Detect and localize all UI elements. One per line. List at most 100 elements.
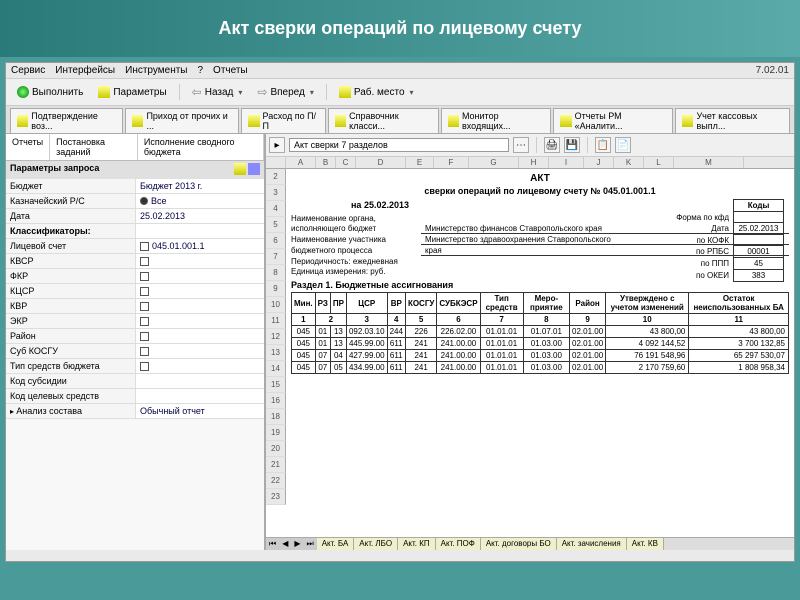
col-header[interactable]: A (286, 157, 316, 168)
checkbox-icon[interactable] (140, 317, 149, 326)
row-header[interactable]: 14 (266, 361, 286, 377)
col-header[interactable]: G (469, 157, 519, 168)
row-header[interactable]: 3 (266, 185, 286, 201)
param-value[interactable] (136, 224, 264, 238)
row-header[interactable]: 16 (266, 393, 286, 409)
print-icon[interactable]: 🖨 (544, 137, 560, 153)
row-header[interactable]: 9 (266, 281, 286, 297)
doc-tab-0[interactable]: Подтверждение воз... (10, 108, 123, 133)
row-header[interactable]: 18 (266, 409, 286, 425)
checkbox-icon[interactable] (140, 287, 149, 296)
doc-tab-2[interactable]: Расход по П/П (241, 108, 326, 133)
row-header[interactable]: 6 (266, 233, 286, 249)
sheet-tab[interactable]: Акт. договоры БО (481, 538, 557, 550)
params-button[interactable]: Параметры (92, 83, 172, 101)
row-header[interactable]: 10 (266, 297, 286, 313)
param-value[interactable]: Обычный отчет (136, 404, 264, 418)
param-value[interactable] (136, 329, 264, 343)
checkbox-icon[interactable] (140, 347, 149, 356)
export-icon[interactable]: 📄 (615, 137, 631, 153)
param-value[interactable]: 25.02.2013 (136, 209, 264, 223)
row-header[interactable]: 13 (266, 345, 286, 361)
sheet-nav-next[interactable]: ▶ (291, 538, 303, 550)
workplace-button[interactable]: Раб. место (333, 83, 420, 101)
row-header[interactable]: 5 (266, 217, 286, 233)
sheet-tab[interactable]: Акт. зачисления (557, 538, 627, 550)
sheet-nav-last[interactable]: ⏭ (304, 538, 317, 550)
checkbox-icon[interactable] (140, 272, 149, 281)
menu-tools[interactable]: Инструменты (125, 65, 187, 76)
col-header[interactable]: I (549, 157, 584, 168)
cube-icon[interactable] (248, 163, 260, 175)
sheet-tab[interactable]: Акт. ЛБО (354, 538, 398, 550)
sheet-nav-prev[interactable]: ◀ (279, 538, 291, 550)
col-header[interactable]: J (584, 157, 614, 168)
left-tab-tasks[interactable]: Постановка заданий (50, 134, 138, 160)
param-value[interactable] (136, 344, 264, 358)
param-value[interactable]: Все (136, 194, 264, 208)
row-header[interactable]: 21 (266, 457, 286, 473)
row-header[interactable]: 8 (266, 265, 286, 281)
menu-reports[interactable]: Отчеты (213, 65, 248, 76)
col-header[interactable]: E (406, 157, 434, 168)
doc-tab-1[interactable]: Приход от прочих и ... (125, 108, 239, 133)
checkbox-icon[interactable] (140, 242, 149, 251)
col-header[interactable]: H (519, 157, 549, 168)
menu-interfaces[interactable]: Интерфейсы (55, 65, 115, 76)
doc-tab-3[interactable]: Справочник класси... (328, 108, 439, 133)
row-header[interactable]: 15 (266, 377, 286, 393)
row-header[interactable]: 7 (266, 249, 286, 265)
more-icon[interactable]: ⋯ (513, 137, 529, 153)
menu-help[interactable]: ? (197, 65, 203, 76)
row-header[interactable]: 11 (266, 313, 286, 329)
col-header[interactable]: K (614, 157, 644, 168)
sheet-tab[interactable]: Акт. КВ (627, 538, 664, 550)
param-value[interactable] (136, 389, 264, 403)
checkbox-icon[interactable] (140, 362, 149, 371)
param-value[interactable]: 045.01.001.1 (136, 239, 264, 253)
col-header[interactable]: C (336, 157, 356, 168)
report-combo[interactable]: Акт сверки 7 разделов (289, 138, 509, 152)
row-header[interactable]: 4 (266, 201, 286, 217)
row-header[interactable]: 23 (266, 489, 286, 505)
row-header[interactable]: 20 (266, 441, 286, 457)
expand-icon[interactable]: ▸ (269, 137, 285, 153)
copy-icon[interactable]: 📋 (595, 137, 611, 153)
sheet-tab[interactable]: Акт. ПОФ (436, 538, 481, 550)
param-value[interactable] (136, 254, 264, 268)
save-icon[interactable]: 💾 (564, 137, 580, 153)
checkbox-icon[interactable] (140, 332, 149, 341)
doc-tab-4[interactable]: Монитор входящих... (441, 108, 552, 133)
back-button[interactable]: Назад (186, 82, 249, 102)
row-header[interactable]: 12 (266, 329, 286, 345)
forward-button[interactable]: Вперед (251, 82, 319, 102)
param-value[interactable] (136, 314, 264, 328)
row-header[interactable]: 22 (266, 473, 286, 489)
param-value[interactable] (136, 284, 264, 298)
left-tab-reports[interactable]: Отчеты (6, 134, 50, 160)
param-value[interactable]: Бюджет 2013 г. (136, 179, 264, 193)
sheet-nav-first[interactable]: ⏮ (266, 538, 279, 550)
doc-tab-5[interactable]: Отчеты РМ «Аналити... (553, 108, 673, 133)
param-value[interactable] (136, 359, 264, 373)
menu-service[interactable]: Сервис (11, 65, 45, 76)
row-header[interactable]: 2 (266, 169, 286, 185)
filter-icon[interactable] (234, 163, 246, 175)
col-header[interactable]: F (434, 157, 469, 168)
param-value[interactable] (136, 299, 264, 313)
row-header[interactable]: 19 (266, 425, 286, 441)
sheet-tab[interactable]: Акт. КП (398, 538, 436, 550)
left-tab-budget[interactable]: Исполнение сводного бюджета (138, 134, 264, 160)
radio-icon[interactable] (140, 197, 148, 205)
sheet-tab[interactable]: Акт. БА (317, 538, 355, 550)
execute-button[interactable]: Выполнить (11, 83, 89, 101)
col-header[interactable]: B (316, 157, 336, 168)
doc-tab-6[interactable]: Учет кассовых выпл... (675, 108, 790, 133)
col-header[interactable]: D (356, 157, 406, 168)
col-header[interactable]: M (674, 157, 744, 168)
checkbox-icon[interactable] (140, 257, 149, 266)
param-value[interactable] (136, 374, 264, 388)
col-header[interactable]: L (644, 157, 674, 168)
spreadsheet[interactable]: ABCDEFGHIJKLM 23456789101112131415161819… (266, 157, 794, 537)
param-value[interactable] (136, 269, 264, 283)
